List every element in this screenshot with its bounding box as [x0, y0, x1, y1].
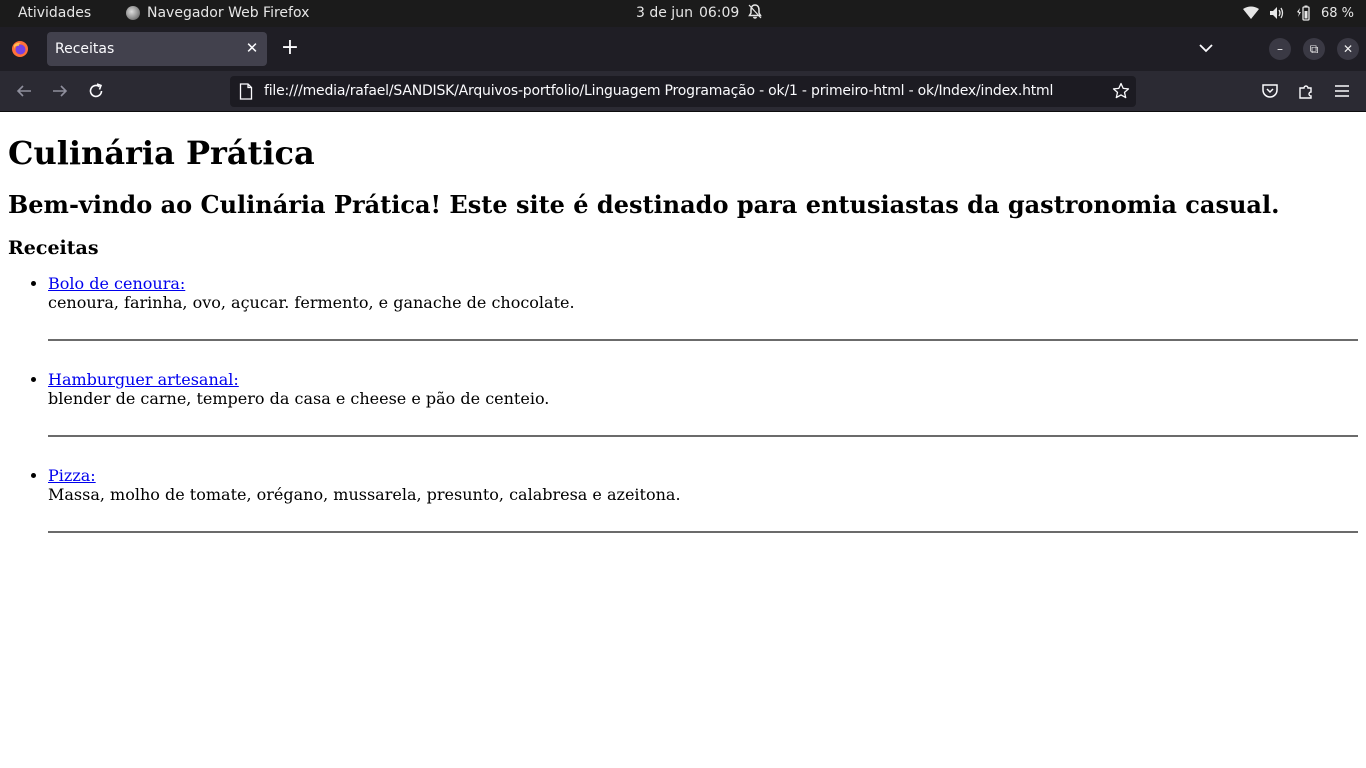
url-text[interactable]: file:///media/rafael/SANDISK/Arquivos-po…: [264, 83, 1094, 99]
bookmark-star-icon[interactable]: [1112, 82, 1130, 100]
minimize-window-button[interactable]: –: [1269, 38, 1291, 60]
reload-icon[interactable]: [87, 82, 105, 100]
back-arrow-icon[interactable]: [15, 82, 33, 100]
time-label: 06:09: [698, 5, 740, 21]
battery-percentage: 68 %: [1320, 5, 1354, 21]
clock[interactable]: 3 de jun 06:09: [636, 5, 739, 21]
recipe-list: Bolo de cenoura: cenoura, farinha, ovo, …: [8, 274, 1358, 533]
divider: [48, 435, 1358, 437]
date-label: 3 de jun: [636, 5, 693, 21]
battery-icon: [1295, 5, 1311, 21]
recipe-link[interactable]: Hamburguer artesanal:: [48, 370, 239, 389]
chevron-down-icon[interactable]: [1197, 39, 1215, 57]
tab-strip: Receitas ✕ + – ⧉ ✕: [0, 27, 1366, 71]
recipe-link[interactable]: Bolo de cenoura:: [48, 274, 185, 293]
extensions-icon[interactable]: [1297, 82, 1315, 100]
wifi-icon: [1242, 6, 1259, 20]
notification-bell-icon[interactable]: [748, 4, 762, 20]
close-tab-icon[interactable]: ✕: [245, 40, 259, 56]
list-item: Pizza: Massa, molho de tomate, orégano, …: [48, 466, 1358, 533]
activities-button[interactable]: Atividades: [18, 5, 91, 21]
close-window-button[interactable]: ✕: [1337, 38, 1359, 60]
forward-arrow-icon[interactable]: [51, 82, 69, 100]
system-top-bar: Atividades Navegador Web Firefox 3 de ju…: [0, 0, 1366, 27]
tab-receitas[interactable]: Receitas ✕: [47, 32, 267, 66]
page-content: Culinária Prática Bem-vindo ao Culinária…: [0, 112, 1366, 768]
volume-icon: [1269, 6, 1285, 20]
app-name: Navegador Web Firefox: [147, 5, 310, 21]
divider: [48, 531, 1358, 533]
navigation-toolbar: file:///media/rafael/SANDISK/Arquivos-po…: [0, 71, 1366, 112]
page-file-icon: [239, 83, 253, 100]
recipe-link[interactable]: Pizza:: [48, 466, 96, 485]
recipe-ingredients: blender de carne, tempero da casa e chee…: [48, 389, 550, 408]
address-bar[interactable]: file:///media/rafael/SANDISK/Arquivos-po…: [230, 76, 1136, 107]
section-heading: Receitas: [8, 237, 99, 259]
pocket-icon[interactable]: [1261, 82, 1279, 100]
recipe-ingredients: cenoura, farinha, ovo, açucar. fermento,…: [48, 293, 575, 312]
new-tab-icon[interactable]: +: [280, 37, 300, 59]
list-item: Bolo de cenoura: cenoura, farinha, ovo, …: [48, 274, 1358, 341]
page-title: Culinária Prática: [8, 134, 315, 172]
firefox-view-icon[interactable]: [11, 40, 29, 58]
firefox-app-icon: [126, 6, 140, 20]
system-status-area[interactable]: 68 %: [1242, 5, 1354, 21]
page-subtitle: Bem-vindo ao Culinária Prática! Este sit…: [8, 190, 1280, 219]
recipe-ingredients: Massa, molho de tomate, orégano, mussare…: [48, 485, 681, 504]
divider: [48, 339, 1358, 341]
hamburger-menu-icon[interactable]: [1333, 82, 1351, 100]
maximize-window-button[interactable]: ⧉: [1303, 38, 1325, 60]
list-item: Hamburguer artesanal: blender de carne, …: [48, 370, 1358, 437]
tab-title: Receitas: [55, 41, 115, 57]
app-menu[interactable]: Navegador Web Firefox: [126, 5, 309, 21]
